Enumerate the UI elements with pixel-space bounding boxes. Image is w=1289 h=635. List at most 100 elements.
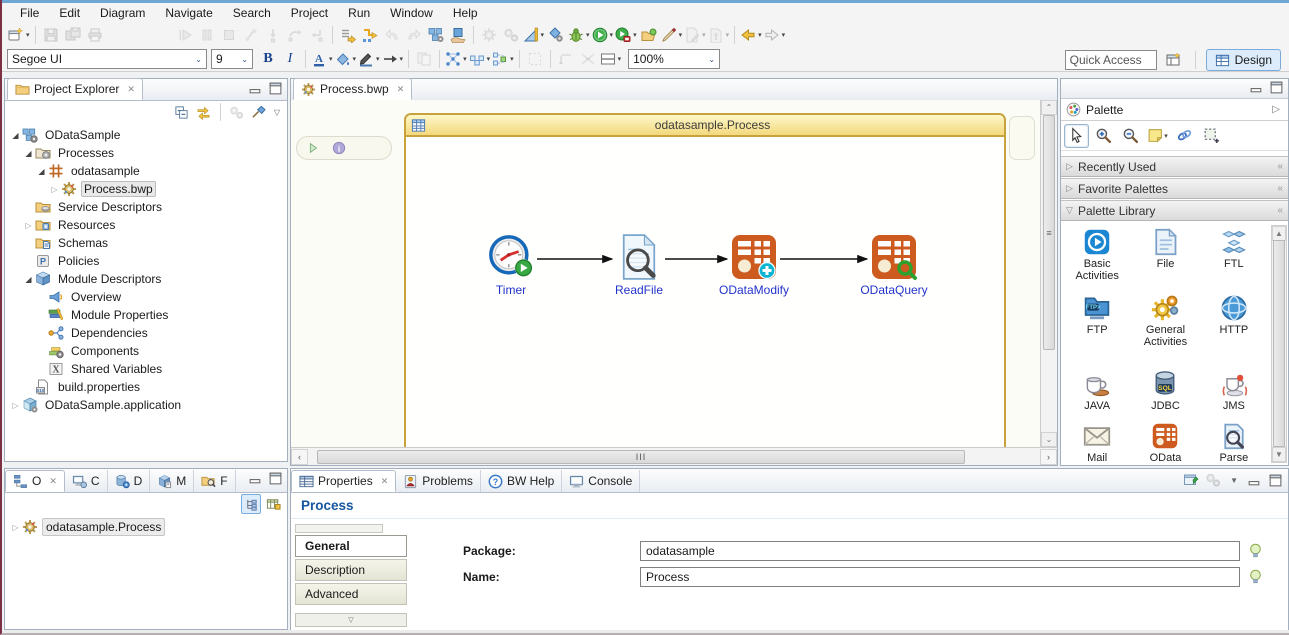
view-tab[interactable]: D: [108, 470, 151, 492]
focus-button[interactable]: [249, 102, 269, 122]
minimize-icon[interactable]: [1247, 474, 1262, 487]
palette-item[interactable]: SQL JDBC: [1131, 367, 1199, 419]
canvas-horizontal-scrollbar[interactable]: ‹ III ›: [291, 447, 1057, 465]
toolbar-button[interactable]: [707, 24, 731, 46]
toolbar-button[interactable]: [40, 24, 62, 46]
process-box-body[interactable]: Timer ReadFile ODataModify ODataQuery: [406, 137, 1004, 447]
table-view-button[interactable]: [263, 494, 283, 514]
tab-process-bwp[interactable]: Process.bwp: [293, 78, 412, 100]
scroll-down-button[interactable]: ▼: [1272, 447, 1286, 462]
palette-header[interactable]: Palette ▷: [1061, 99, 1288, 121]
palette-item[interactable]: General Activities: [1131, 291, 1199, 367]
toolbar-button[interactable]: [284, 24, 306, 46]
tree-expander-icon[interactable]: [9, 131, 22, 140]
outline-process-item[interactable]: odatasample.Process: [5, 518, 287, 536]
hint-bulb-icon[interactable]: [1249, 543, 1262, 559]
toolbar-button[interactable]: [468, 48, 492, 70]
palette-tool-button[interactable]: [1145, 124, 1170, 148]
tab-project-explorer[interactable]: Project Explorer: [7, 78, 143, 100]
vertical-scroll-thumb[interactable]: ≡: [1043, 115, 1055, 350]
filters-button[interactable]: [227, 102, 247, 122]
pin-icon[interactable]: [1277, 205, 1288, 216]
palette-tool-button[interactable]: [1172, 124, 1197, 148]
toolbar-button[interactable]: [500, 24, 522, 46]
tree-expander-icon[interactable]: [9, 401, 22, 410]
toolbar-button[interactable]: [545, 24, 567, 46]
palette-item[interactable]: Mail: [1063, 419, 1131, 463]
maximize-icon[interactable]: [268, 472, 283, 485]
collapse-all-button[interactable]: [172, 102, 192, 122]
toolbar-button[interactable]: [444, 48, 468, 70]
view-tab[interactable]: ? BW Help: [481, 470, 562, 492]
scroll-right-button[interactable]: ›: [1040, 449, 1057, 465]
palette-item[interactable]: HTTP: [1200, 291, 1268, 367]
toolbar-button[interactable]: [524, 48, 546, 70]
tree-item[interactable]: Schemas: [5, 234, 287, 252]
toolbar-button[interactable]: [599, 48, 623, 70]
view-menu-button[interactable]: ▼: [1227, 476, 1241, 485]
palette-section-header[interactable]: Favorite Palettes: [1061, 178, 1288, 199]
process-box[interactable]: odatasample.Process Timer ReadFile OData…: [404, 113, 1006, 447]
palette-item[interactable]: JMS: [1200, 367, 1268, 419]
palette-tool-button[interactable]: [1064, 124, 1089, 148]
palette-section-header[interactable]: Palette Library: [1061, 200, 1288, 221]
tree-expander-icon[interactable]: [9, 523, 22, 532]
toolbar-button[interactable]: [614, 24, 638, 46]
palette-collapse-arrow-icon[interactable]: ▷: [1272, 104, 1283, 115]
tree-item[interactable]: Overview: [5, 288, 287, 306]
font-size-select[interactable]: 9⌄: [211, 49, 253, 69]
zoom-level-select[interactable]: 100%⌄: [628, 49, 720, 69]
maximize-icon[interactable]: [1269, 81, 1284, 94]
text-input[interactable]: Process: [640, 567, 1240, 587]
palette-tool-button[interactable]: [1091, 124, 1116, 148]
process-node[interactable]: ReadFile: [589, 233, 689, 297]
horizontal-scroll-thumb[interactable]: III: [317, 450, 965, 464]
palette-item[interactable]: Parse: [1200, 419, 1268, 463]
tree-item[interactable]: Components: [5, 342, 287, 360]
view-menu-button[interactable]: ▽: [271, 108, 283, 117]
properties-section-tab[interactable]: Advanced: [295, 583, 407, 605]
toolbar-button[interactable]: [306, 24, 328, 46]
open-perspective-button[interactable]: [1163, 49, 1185, 71]
palette-section-header[interactable]: Recently Used: [1061, 156, 1288, 177]
tree-item[interactable]: odatasample: [5, 162, 287, 180]
toolbar-button[interactable]: [522, 24, 546, 46]
toolbar-button[interactable]: A: [310, 48, 334, 70]
quick-access-input[interactable]: [1065, 50, 1157, 70]
palette-item[interactable]: FTL: [1200, 225, 1268, 291]
toolbar-button[interactable]: [218, 24, 240, 46]
menu-item[interactable]: File: [10, 4, 49, 23]
toolbar-button[interactable]: [174, 24, 196, 46]
toolbar-button[interactable]: [447, 24, 469, 46]
tree-item[interactable]: 010 build.properties: [5, 378, 287, 396]
pin-icon[interactable]: [1277, 183, 1288, 194]
toolbar-button[interactable]: [683, 24, 707, 46]
process-node[interactable]: ODataQuery: [844, 233, 944, 297]
palette-item[interactable]: FTP> FTP: [1063, 291, 1131, 367]
process-node[interactable]: ODataModify: [704, 233, 804, 297]
maximize-icon[interactable]: [1268, 474, 1283, 487]
view-tab[interactable]: M: [150, 470, 194, 492]
toolbar-button[interactable]: [425, 24, 447, 46]
toolbar-button[interactable]: [84, 24, 106, 46]
toolbar-button[interactable]: [567, 24, 591, 46]
toolbar-button[interactable]: [196, 24, 218, 46]
tree-item[interactable]: Resources: [5, 216, 287, 234]
menu-item[interactable]: Edit: [49, 4, 90, 23]
view-tab[interactable]: F: [194, 470, 235, 492]
process-canvas[interactable]: i odatasample.Process Timer ReadFi: [291, 100, 1057, 447]
toolbar-button[interactable]: [413, 48, 435, 70]
process-box-header[interactable]: odatasample.Process: [406, 115, 1004, 137]
palette-item[interactable]: JAVA: [1063, 367, 1131, 419]
link-with-editor-button[interactable]: [194, 102, 214, 122]
toolbar-button[interactable]: [334, 48, 358, 70]
scroll-left-button[interactable]: ‹: [291, 449, 308, 465]
pin-icon[interactable]: [1277, 161, 1288, 172]
bold-button[interactable]: B: [257, 48, 279, 70]
text-input[interactable]: odatasample: [640, 541, 1240, 561]
tree-expander-icon[interactable]: [35, 167, 48, 176]
tree-expander-icon[interactable]: [22, 275, 35, 284]
minimize-icon[interactable]: [248, 472, 263, 485]
menu-item[interactable]: Diagram: [90, 4, 155, 23]
italic-button[interactable]: I: [279, 48, 301, 70]
